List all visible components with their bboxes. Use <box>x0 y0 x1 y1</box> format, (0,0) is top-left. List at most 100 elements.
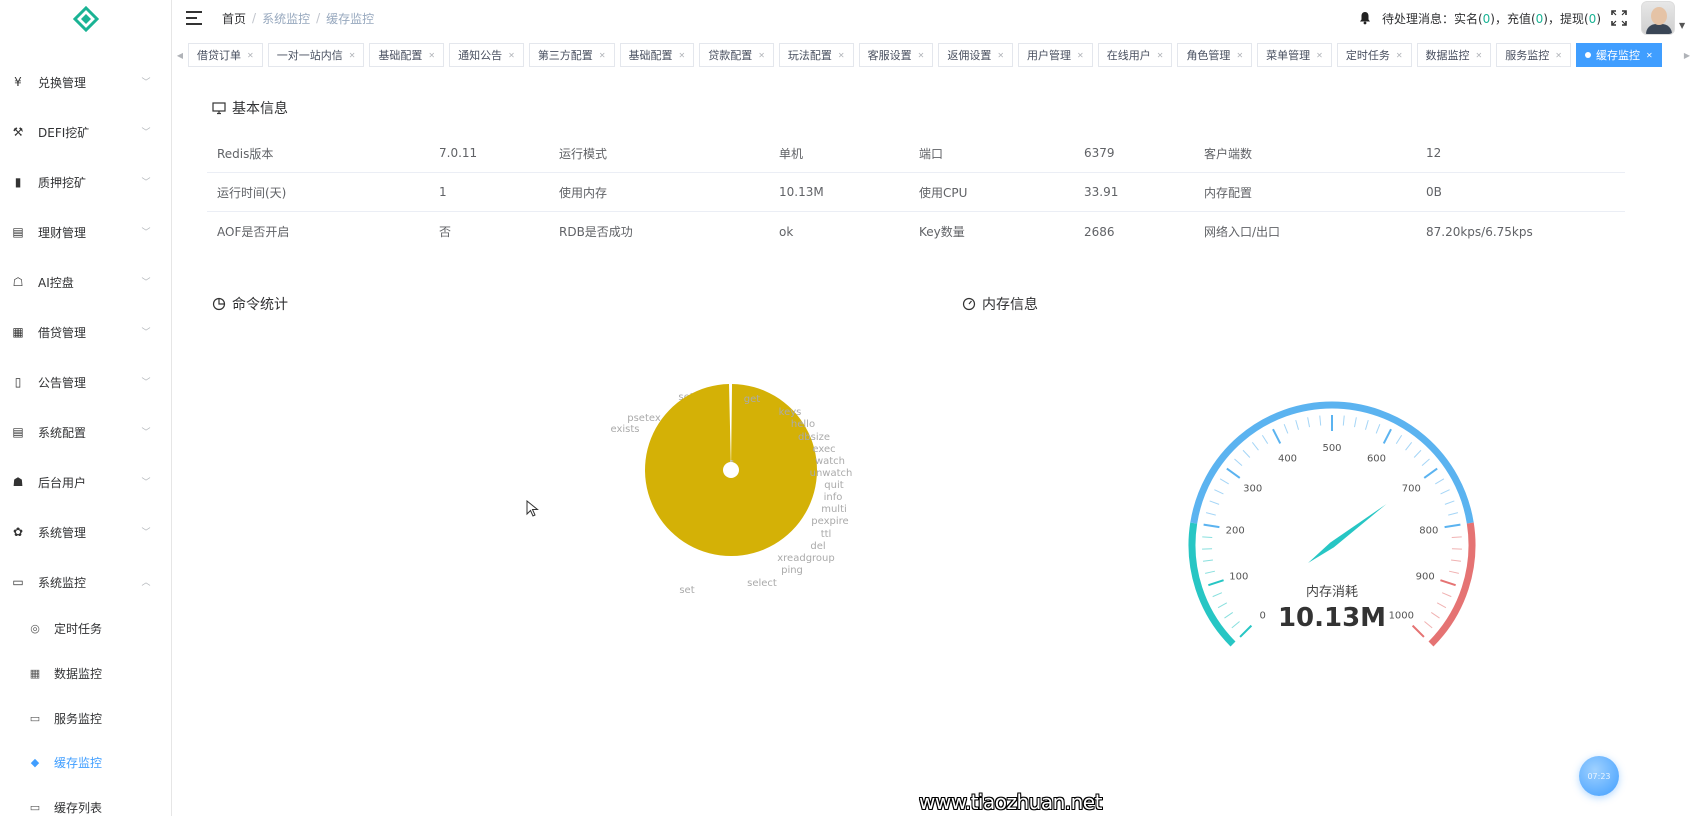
close-icon[interactable]: ✕ <box>1476 51 1483 60</box>
caret-down-icon[interactable]: ▼ <box>1679 21 1689 36</box>
tag-17[interactable]: 缓存监控 ✕ <box>1575 43 1662 67</box>
sidebar-subitem-4[interactable]: ▭ 缓存列表 <box>0 792 171 816</box>
gauge-tick <box>1444 500 1455 505</box>
gauge-tick <box>1375 423 1381 434</box>
rose-label-dbsize: dbsize <box>798 432 830 443</box>
gauge-tick <box>1435 478 1445 485</box>
tag-3[interactable]: 通知公告 ✕ <box>449 43 524 67</box>
close-icon[interactable]: ✕ <box>838 51 845 60</box>
sidebar-item-label: 理财管理 <box>38 225 87 240</box>
chevron-down-icon: ﹀ <box>141 327 151 338</box>
users-icon: ☗ <box>12 475 24 489</box>
table-label-cell: 运行模式 <box>559 146 608 161</box>
table-value-cell: ok <box>779 224 794 239</box>
close-icon[interactable]: ✕ <box>679 51 686 60</box>
tags-scroll-left-icon[interactable]: ◀ <box>172 43 188 67</box>
close-icon[interactable]: ✕ <box>1555 51 1562 60</box>
gauge-tick-label: 800 <box>1419 526 1438 537</box>
close-icon[interactable]: ✕ <box>1646 51 1653 60</box>
logo[interactable] <box>0 0 171 38</box>
close-icon[interactable]: ✕ <box>1396 51 1403 60</box>
tag-16[interactable]: 服务监控 ✕ <box>1496 43 1571 67</box>
rose-label-exists: exists <box>610 424 639 435</box>
tag-7[interactable]: 玩法配置 ✕ <box>778 43 854 67</box>
sidebar-item-3[interactable]: ▤ 理财管理 ﹀ <box>0 217 171 247</box>
close-icon[interactable]: ✕ <box>1157 51 1164 60</box>
table-label-cell: AOF是否开启 <box>217 225 290 239</box>
bell-icon[interactable] <box>1358 11 1372 25</box>
memory-gauge-chart: 0 100 200 300 400 500 600 700 800 900 1000 内存消耗 10.1… <box>1188 401 1476 647</box>
breadcrumb-home[interactable]: 首页 <box>222 10 246 27</box>
tag-9[interactable]: 返佣设置 ✕ <box>938 43 1014 67</box>
layers-icon: ◆ <box>30 755 40 769</box>
tag-label: 定时任务 <box>1345 49 1390 62</box>
gauge-tick <box>1226 467 1241 479</box>
close-icon[interactable]: ✕ <box>1236 51 1243 60</box>
gauge-pointer <box>1308 504 1387 564</box>
float-clock-button[interactable]: 07:23 <box>1579 756 1619 796</box>
close-icon[interactable]: ✕ <box>918 51 925 60</box>
tag-5[interactable]: 基础配置 ✕ <box>619 43 695 67</box>
fullscreen-icon[interactable] <box>1611 10 1627 26</box>
sidebar-item-4[interactable]: ☖ AI控盘 ﹀ <box>0 267 171 297</box>
sidebar-item-6[interactable]: ▯ 公告管理 ﹀ <box>0 367 171 397</box>
avatar[interactable] <box>1641 1 1675 35</box>
close-icon[interactable]: ✕ <box>349 51 356 60</box>
close-icon[interactable]: ✕ <box>599 51 606 60</box>
breadcrumb: 首页 / 系统监控 / 缓存监控 <box>222 10 375 27</box>
close-icon[interactable]: ✕ <box>247 51 254 60</box>
tag-8[interactable]: 客服设置 ✕ <box>858 43 934 67</box>
tag-12[interactable]: 角色管理 ✕ <box>1177 43 1253 67</box>
gauge-tick <box>1405 441 1413 451</box>
sidebar-item-7[interactable]: ▤ 系统配置 ﹀ <box>0 417 171 447</box>
tag-15[interactable]: 数据监控 ✕ <box>1416 43 1492 67</box>
tag-0[interactable]: 借贷订单 ✕ <box>188 43 263 67</box>
tag-6[interactable]: 贷款配置 ✕ <box>699 43 774 67</box>
command-stats-chart: setexgetkeyshellodbsizeexecwatchunwatchq… <box>610 384 852 596</box>
close-icon[interactable]: ✕ <box>1316 51 1323 60</box>
tag-1[interactable]: 一对一站内信 ✕ <box>267 43 365 67</box>
sidebar-subitem-1[interactable]: ▦ 数据监控 <box>0 658 171 688</box>
close-icon[interactable]: ✕ <box>428 51 435 60</box>
chevron-down-icon: ﹀ <box>141 177 151 188</box>
table-value-cell: 33.91 <box>1084 185 1119 199</box>
gauge-tick <box>1205 570 1215 574</box>
hamburger-icon[interactable] <box>186 11 202 25</box>
tag-label: 借贷订单 <box>197 49 241 62</box>
pending-notice[interactable]: 待处理消息：实名(0)，充值(0)，提现(0) <box>1382 10 1601 27</box>
sidebar-item-9[interactable]: ✿ 系统管理 ﹀ <box>0 517 171 547</box>
close-icon[interactable]: ✕ <box>508 51 515 60</box>
sidebar-subitem-0[interactable]: ◎ 定时任务 <box>0 613 171 643</box>
sidebar-item-label: AI控盘 <box>38 275 74 290</box>
close-icon[interactable]: ✕ <box>997 51 1004 60</box>
yen-icon: ¥ <box>14 75 22 89</box>
table-label-cell: 网络入口/出口 <box>1204 225 1281 239</box>
sidebar-item-0[interactable]: ¥ 兑换管理 ﹀ <box>0 67 171 97</box>
sidebar-item-1[interactable]: ⚒ DEFI挖矿 ﹀ <box>0 117 171 147</box>
table-label-cell: Key数量 <box>919 225 965 239</box>
tag-2[interactable]: 基础配置 ✕ <box>369 43 445 67</box>
sidebar-subitem-2[interactable]: ▭ 服务监控 <box>0 703 171 733</box>
tag-10[interactable]: 用户管理 ✕ <box>1018 43 1093 67</box>
close-icon[interactable]: ✕ <box>1077 51 1084 60</box>
sidebar-item-label: 后台用户 <box>38 475 87 490</box>
breadcrumb-system-monitor[interactable]: 系统监控 <box>262 10 310 27</box>
tags-scroll-right-icon[interactable]: ▶ <box>1679 43 1695 67</box>
close-icon[interactable]: ✕ <box>758 51 765 60</box>
sidebar-item-10[interactable]: ▭ 系统监控 ︿ <box>0 567 171 597</box>
sidebar-item-5[interactable]: ▦ 借贷管理 ﹀ <box>0 317 171 347</box>
table-value-cell: 0B <box>1426 185 1442 199</box>
tag-label: 角色管理 <box>1186 49 1231 62</box>
gauge-icon <box>962 297 976 311</box>
gauge-tick <box>1450 559 1462 562</box>
sidebar-subitem-3[interactable]: ◆ 缓存监控 <box>0 747 171 777</box>
sidebar-item-2[interactable]: ▮ 质押挖矿 ﹀ <box>0 167 171 197</box>
tag-4[interactable]: 第三方配置 ✕ <box>528 43 615 67</box>
gauge-tick <box>1202 559 1214 562</box>
tag-14[interactable]: 定时任务 ✕ <box>1336 43 1412 67</box>
gauge-tick <box>1217 602 1228 609</box>
tag-11[interactable]: 在线用户 ✕ <box>1097 43 1173 67</box>
tag-13[interactable]: 菜单管理 ✕ <box>1257 43 1332 67</box>
sidebar-item-8[interactable]: ☗ 后台用户 ﹀ <box>0 467 171 497</box>
active-dot <box>1584 52 1591 58</box>
